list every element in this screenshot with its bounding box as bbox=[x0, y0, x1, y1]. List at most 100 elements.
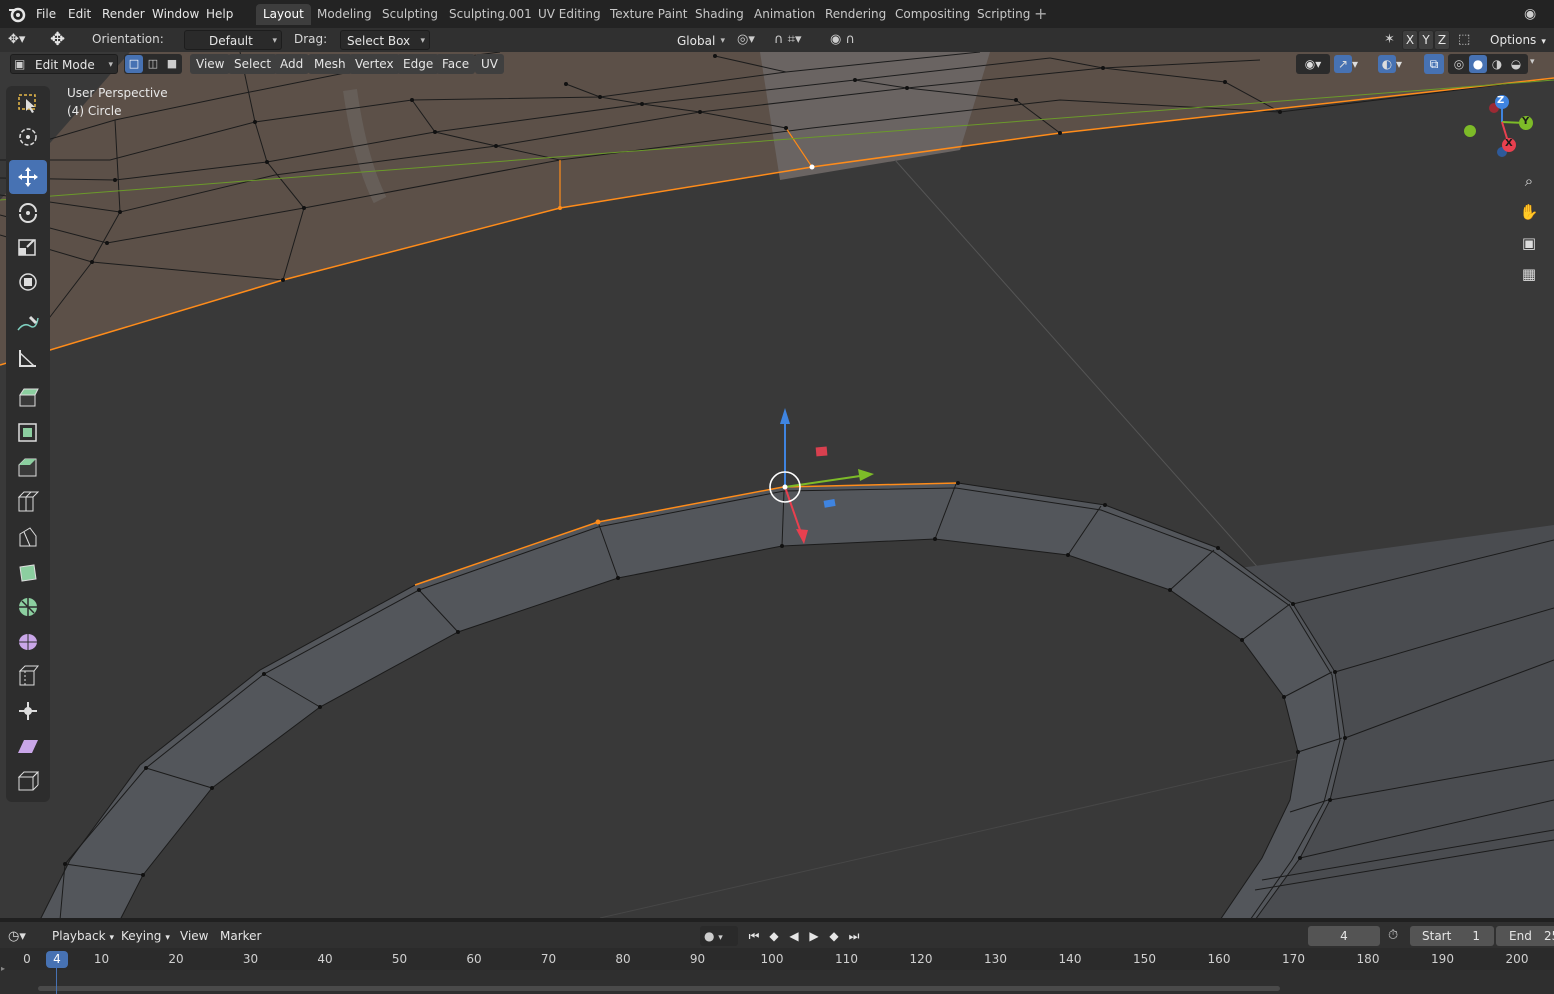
tab-scripting[interactable]: Scripting bbox=[970, 4, 1037, 25]
transform-tool-icon[interactable] bbox=[9, 265, 47, 299]
face-select-icon[interactable]: ■ bbox=[163, 55, 181, 73]
viewport-menu-select[interactable]: Select bbox=[228, 54, 278, 74]
auto-merge-icon[interactable]: ⬚ bbox=[1458, 30, 1476, 50]
menu-edit[interactable]: Edit bbox=[66, 4, 93, 24]
menu-file[interactable]: File bbox=[34, 4, 58, 24]
menu-help[interactable]: Help bbox=[204, 4, 235, 24]
mirror-icon[interactable]: ✶ bbox=[1384, 30, 1402, 50]
select-box-tool-icon[interactable] bbox=[9, 86, 47, 120]
end-frame-field[interactable]: End 25 bbox=[1496, 926, 1554, 946]
viewport-menu-face[interactable]: Face bbox=[436, 54, 476, 74]
bevel-tool-icon[interactable] bbox=[9, 450, 47, 484]
playhead-frame-badge[interactable]: 4 bbox=[46, 951, 68, 968]
timeline-menu-playback[interactable]: Playback ▾ bbox=[46, 926, 121, 946]
tab-rendering[interactable]: Rendering bbox=[818, 4, 893, 25]
3d-viewport[interactable] bbox=[0, 52, 1554, 920]
orientation-dropdown[interactable]: Default ▾ bbox=[184, 30, 282, 50]
current-frame-field[interactable]: 4 bbox=[1308, 926, 1380, 946]
mirror-y-toggle[interactable]: Y bbox=[1418, 30, 1434, 50]
edge-select-icon[interactable]: ◫ bbox=[144, 55, 162, 73]
extrude-region-tool-icon[interactable] bbox=[9, 380, 47, 414]
annotate-tool-icon[interactable] bbox=[9, 306, 47, 340]
vertex-select-icon[interactable]: □ bbox=[125, 55, 143, 73]
tab-sculpting[interactable]: Sculpting bbox=[375, 4, 445, 25]
tab-texture-paint[interactable]: Texture Paint bbox=[603, 4, 694, 25]
transform-orientation-dropdown[interactable]: Global ▾ bbox=[652, 30, 730, 50]
zoom-icon[interactable]: ⌕ bbox=[1516, 168, 1542, 194]
tab-layout[interactable]: Layout bbox=[256, 4, 311, 25]
jump-start-icon[interactable]: ⏮ bbox=[745, 927, 763, 945]
rendered-shading-icon[interactable]: ◒ bbox=[1507, 55, 1525, 73]
loop-cut-tool-icon[interactable] bbox=[9, 485, 47, 519]
rip-region-tool-icon[interactable] bbox=[9, 764, 47, 798]
viewport-menu-add[interactable]: Add bbox=[274, 54, 310, 74]
tab-sculpting-001[interactable]: Sculpting.001 bbox=[442, 4, 539, 25]
snap-icon[interactable]: ∩ ⌗▾ bbox=[774, 30, 826, 50]
tab-modeling[interactable]: Modeling bbox=[310, 4, 379, 25]
start-frame-field[interactable]: Start 1 bbox=[1410, 926, 1494, 946]
shading-options-chevron-icon[interactable]: ▾ bbox=[1530, 57, 1535, 67]
jump-end-icon[interactable]: ⏭ bbox=[845, 927, 863, 945]
grid-perspective-icon[interactable]: ▦ bbox=[1516, 261, 1542, 287]
shrink-fatten-tool-icon[interactable] bbox=[9, 694, 47, 728]
gizmo-toggle-icon[interactable]: ↗ ▾ bbox=[1334, 54, 1370, 74]
spin-tool-icon[interactable] bbox=[9, 590, 47, 624]
preview-range-icon[interactable]: ⏱ bbox=[1388, 927, 1406, 945]
inset-faces-tool-icon[interactable] bbox=[9, 415, 47, 449]
move-tool-icon[interactable] bbox=[9, 160, 47, 194]
auto-keying-icon[interactable]: ● ▾ bbox=[700, 926, 738, 946]
tab-animation[interactable]: Animation bbox=[747, 4, 822, 25]
viewport-menu-vertex[interactable]: Vertex bbox=[349, 54, 400, 74]
cursor-tool-icon[interactable] bbox=[9, 120, 47, 154]
viewport-menu-uv[interactable]: UV bbox=[475, 54, 504, 74]
rotate-tool-icon[interactable] bbox=[9, 195, 47, 229]
wireframe-shading-icon[interactable]: ◎ bbox=[1450, 55, 1468, 73]
overlays-icon[interactable]: ◐ ▾ bbox=[1378, 54, 1418, 74]
tab-compositing[interactable]: Compositing bbox=[888, 4, 977, 25]
proportional-edit-icon[interactable]: ◉ ∩ bbox=[830, 30, 880, 50]
pivot-point-icon[interactable]: ◎▾ bbox=[737, 30, 769, 50]
poly-build-tool-icon[interactable] bbox=[9, 555, 47, 589]
mode-dropdown[interactable]: Edit Mode ▾ bbox=[10, 54, 118, 74]
shear-tool-icon[interactable] bbox=[9, 729, 47, 763]
timeline-menu-keying[interactable]: Keying ▾ bbox=[115, 926, 176, 946]
blender-logo-icon[interactable] bbox=[8, 5, 26, 23]
smooth-tool-icon[interactable] bbox=[9, 624, 47, 658]
xray-toggle-icon[interactable]: ⧉ bbox=[1424, 54, 1444, 74]
gizmo-z-label: Z bbox=[1497, 95, 1505, 106]
scale-tool-icon[interactable] bbox=[9, 230, 47, 264]
options-dropdown[interactable]: Options ▾ bbox=[1484, 30, 1546, 50]
menu-render[interactable]: Render bbox=[100, 4, 147, 24]
timeline-scrollbar[interactable] bbox=[38, 986, 1280, 991]
viewport-menu-mesh[interactable]: Mesh bbox=[308, 54, 352, 74]
tab-uv-editing[interactable]: UV Editing bbox=[531, 4, 608, 25]
timeline-menu-marker[interactable]: Marker bbox=[214, 926, 268, 946]
scene-selector-icon[interactable]: ◉ bbox=[1524, 4, 1552, 24]
mirror-z-toggle[interactable]: Z bbox=[1434, 30, 1450, 50]
navigation-gizmo[interactable]: Z Y X bbox=[1460, 92, 1540, 164]
expand-arrow-icon[interactable]: ▸ bbox=[1, 964, 9, 976]
solid-shading-icon[interactable]: ● bbox=[1469, 55, 1487, 73]
play-icon[interactable]: ▶ bbox=[805, 927, 823, 945]
prev-keyframe-icon[interactable]: ◆ bbox=[765, 927, 783, 945]
edge-slide-tool-icon[interactable] bbox=[9, 659, 47, 693]
camera-icon[interactable]: ▣ bbox=[1516, 230, 1542, 256]
viewport-menu-edge[interactable]: Edge bbox=[397, 54, 440, 74]
viewport-menu-view[interactable]: View bbox=[190, 54, 231, 74]
drag-dropdown[interactable]: Select Box ▾ bbox=[340, 30, 430, 50]
next-keyframe-icon[interactable]: ◆ bbox=[825, 927, 843, 945]
material-shading-icon[interactable]: ◑ bbox=[1488, 55, 1506, 73]
visibility-eye-icon[interactable]: ◉▾ bbox=[1296, 54, 1330, 74]
tab-shading[interactable]: Shading bbox=[688, 4, 751, 25]
editor-type-icon[interactable]: ✥▾ bbox=[8, 30, 40, 50]
pan-hand-icon[interactable]: ✋ bbox=[1516, 199, 1542, 225]
end-label: End bbox=[1509, 929, 1532, 943]
knife-tool-icon[interactable] bbox=[9, 520, 47, 554]
timeline-menu-view[interactable]: View bbox=[174, 926, 215, 946]
play-reverse-icon[interactable]: ◀ bbox=[785, 927, 803, 945]
menu-window[interactable]: Window bbox=[150, 4, 201, 24]
add-workspace-icon[interactable]: + bbox=[1034, 5, 1050, 23]
timeline-editor-type-icon[interactable]: ◷▾ bbox=[8, 928, 40, 946]
mirror-x-toggle[interactable]: X bbox=[1402, 30, 1418, 50]
measure-tool-icon[interactable] bbox=[9, 341, 47, 375]
